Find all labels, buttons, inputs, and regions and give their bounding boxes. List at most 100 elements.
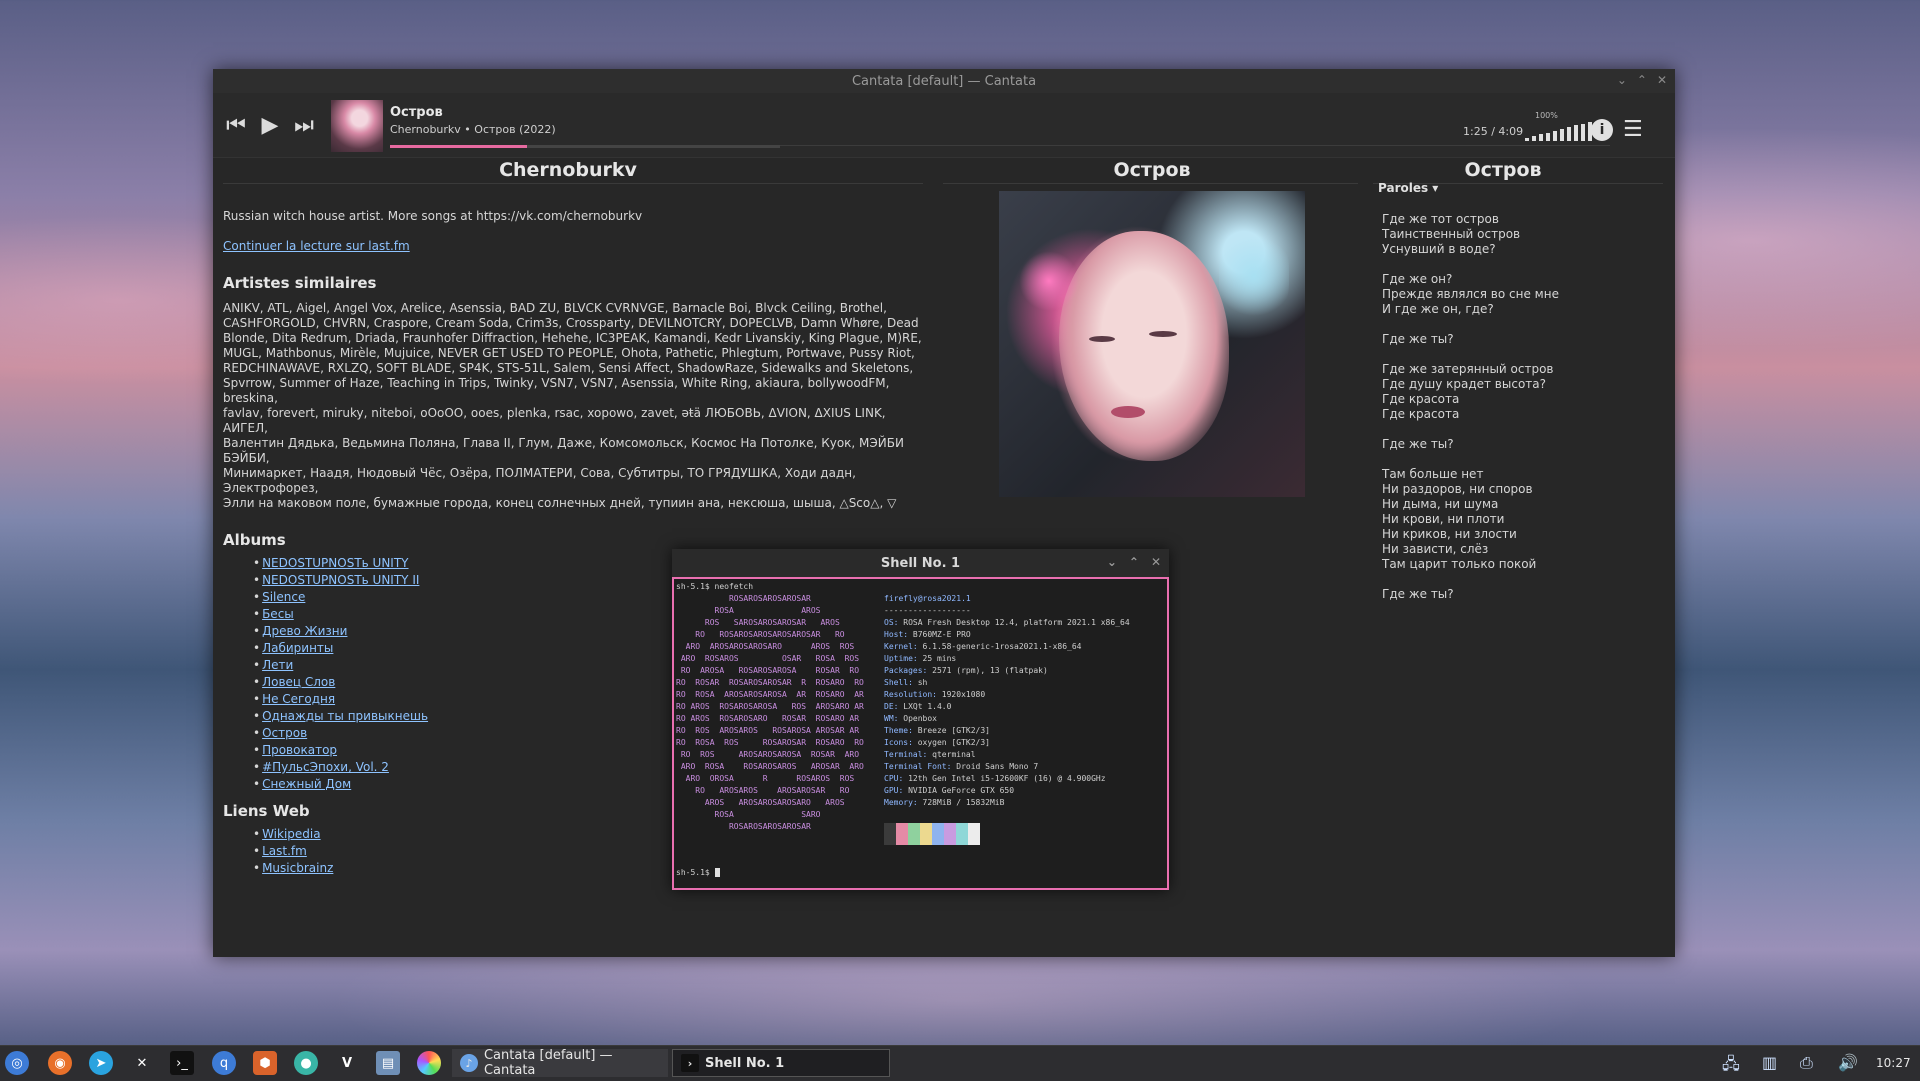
ascii-line: RO ROSA AROSAROSAROSA AR ROSARO AR [676,690,864,699]
terminal-icon[interactable]: ›_ [170,1051,194,1075]
sysinfo-key: Terminal Font: [884,762,952,771]
skip-back-icon[interactable]: ⏮ [219,108,253,142]
clipboard-icon[interactable]: ▥ [1762,1053,1777,1072]
similar-artists-line[interactable]: Минимаркет, Нaадя, Нюдовый Чёс, Озёра, П… [223,466,923,496]
maximize-icon[interactable]: ⌃ [1637,73,1647,87]
task-cantata[interactable]: ♪ Cantata [default] — Cantata [452,1048,668,1078]
album-link[interactable]: Древо Жизни [262,624,347,638]
album-link[interactable]: Ловец Слов [262,675,335,689]
maximize-icon[interactable]: ⌃ [1129,555,1139,569]
qbittorrent-icon[interactable]: q [212,1051,236,1075]
terminal-prompt[interactable]: sh-5.1$ [676,867,720,879]
color-picker-icon[interactable] [417,1051,441,1075]
prompt-text: sh-5.1$ [676,868,715,877]
cover-thumbnail[interactable] [331,100,383,152]
album-link[interactable]: Лети [262,658,293,672]
sysinfo-row: Shell: sh [884,677,1164,689]
volume-bar [1560,129,1564,141]
terminal-titlebar[interactable]: Shell No. 1 ⌄ ⌃ ✕ [672,549,1169,577]
similar-artists-line[interactable]: CASHFORGOLD, CHVRN, Craspore, Cream Soda… [223,316,923,331]
album-link[interactable]: Лабиринты [262,641,333,655]
sysinfo-row: Kernel: 6.1.58-generic-1rosa2021.1-x86_6… [884,641,1164,653]
similar-artists-line[interactable]: Spvrrow, Summer of Haze, Teaching in Tri… [223,376,923,406]
similar-artists-line[interactable]: Элли на маковом поле, бумажные города, к… [223,496,923,511]
tools-icon[interactable]: ✕ [130,1051,154,1075]
vivaldi-icon[interactable]: V [335,1051,359,1075]
notes-icon[interactable]: ▤ [376,1051,400,1075]
sysinfo-key: OS: [884,618,899,627]
album-link[interactable]: Снежный Дом [262,777,351,791]
volume-icon[interactable]: 🔊 [1838,1053,1858,1072]
task-label: Shell No. 1 [705,1055,785,1071]
text-cursor [714,868,720,877]
minimize-icon[interactable]: ⌄ [1107,555,1117,569]
terminal-command: sh-5.1$ neofetch [676,582,754,591]
sysinfo-key: CPU: [884,774,904,783]
sysinfo-row: OS: ROSA Fresh Desktop 12.4, platform 20… [884,617,1164,629]
lyrics-line: Где красота [1382,392,1460,406]
wikipedia-link[interactable]: Wikipedia [262,827,321,841]
musicbrainz-link[interactable]: Musicbrainz [262,861,333,875]
progress-bar[interactable] [390,145,780,148]
ascii-line: ROSAROSAROSAROSAR [676,822,811,831]
lyrics-source-dropdown[interactable]: Paroles ▾ [1378,181,1638,196]
lyrics-line: Прежде являлся во сне мне [1382,287,1559,301]
album-link[interactable]: Не Сегодня [262,692,335,706]
sysinfo-value: 1920x1080 [936,690,986,699]
lyrics-line: Где же ты? [1382,437,1454,451]
similar-artists-line[interactable]: favlav, forevert, miruky, niteboi, oOoOO… [223,406,923,436]
sysinfo-value: Openbox [898,714,937,723]
firefox-icon[interactable]: ◉ [48,1051,72,1075]
sysinfo-row: Memory: 728MiB / 15832MiB [884,797,1164,809]
play-icon[interactable]: ▶ [253,108,287,142]
lyrics-line: Таинственный остров [1382,227,1521,241]
lyrics-line: Где же он? [1382,272,1453,286]
volume-bar [1581,123,1585,141]
similar-artists-list[interactable]: ANIKV, ATL, Aigel, Angel Vox, Arelice, A… [223,301,923,511]
similar-artists-line[interactable]: ANIKV, ATL, Aigel, Angel Vox, Arelice, A… [223,301,923,316]
album-link[interactable]: NEDOSTUPNOSTь UNITY II [262,573,419,587]
similar-artists-line[interactable]: Blonde, Dita Redrum, Driada, Fraunhofer … [223,331,923,346]
telegram-icon[interactable]: ➤ [89,1051,113,1075]
lyrics-stanza: Где же ты? [1382,437,1638,452]
lastfm-link[interactable]: Last.fm [262,844,307,858]
task-shell[interactable]: › Shell No. 1 [672,1049,890,1077]
ascii-line: ARO AROSAROSAROSARO AROS ROS [676,642,855,651]
clock[interactable]: 10:27 [1876,1056,1911,1070]
package-icon[interactable]: ⬢ [253,1051,277,1075]
color-swatch [920,823,932,845]
printer-icon[interactable]: ⎙ [1800,1053,1813,1073]
similar-artists-line[interactable]: Валентин Дядька, Ведьмина Поляна, Глава … [223,436,923,466]
close-icon[interactable]: ✕ [1151,555,1161,569]
lyrics-line: Ни зависти, слёз [1382,542,1489,556]
album-link[interactable]: Бесы [262,607,294,621]
hamburger-menu-icon[interactable]: ☰ [1623,117,1643,142]
sysinfo-value: oxygen [GTK2/3] [912,738,990,747]
similar-artists-line[interactable]: MUGL, Mathbonus, Mirèle, Mujuice, NEVER … [223,346,923,361]
sysinfo-value: Droid Sans Mono 7 [951,762,1039,771]
album-link[interactable]: NEDOSTUPNOSTь UNITY [262,556,408,570]
read-more-link[interactable]: Continuer la lecture sur last.fm [223,239,410,253]
info-icon[interactable]: i [1591,119,1613,141]
network-icon[interactable]: 🖧 [1722,1053,1740,1080]
album-link[interactable]: Провокатор [262,743,337,757]
rosa-menu-icon[interactable]: ◎ [5,1051,29,1075]
album-link[interactable]: Остров [262,726,307,740]
skip-forward-icon[interactable]: ⏭ [287,108,321,142]
similar-artists-line[interactable]: REDCHINAWAVE, RXLZQ, SOFT BLADE, SP4K, S… [223,361,923,376]
close-icon[interactable]: ✕ [1657,73,1667,87]
lyrics-stanza: Где же ты? [1382,587,1638,602]
ascii-line: RO AROS ROSAROSAROSA ROS AROSARO AR [676,702,864,711]
terminal-output[interactable]: sh-5.1$ neofetch ROSAROSAROSAROSAR ROSA … [672,577,1169,890]
album-link[interactable]: #ПульсЭпохи, Vol. 2 [262,760,389,774]
album-link[interactable]: Однажды ты привыкнешь [262,709,428,723]
messenger-icon[interactable]: ● [294,1051,318,1075]
window-titlebar[interactable]: Cantata [default] — Cantata ⌄ ⌃ ✕ [213,69,1675,93]
sysinfo-key: Uptime: [884,654,918,663]
track-subtitle: Chernoburkv • Остров (2022) [390,123,556,136]
volume-control[interactable] [1525,121,1592,141]
album-link[interactable]: Silence [262,590,305,604]
lyrics-line: Уснувший в воде? [1382,242,1496,256]
minimize-icon[interactable]: ⌄ [1617,73,1627,87]
time-readout: 1:25 / 4:09 [1463,125,1524,138]
